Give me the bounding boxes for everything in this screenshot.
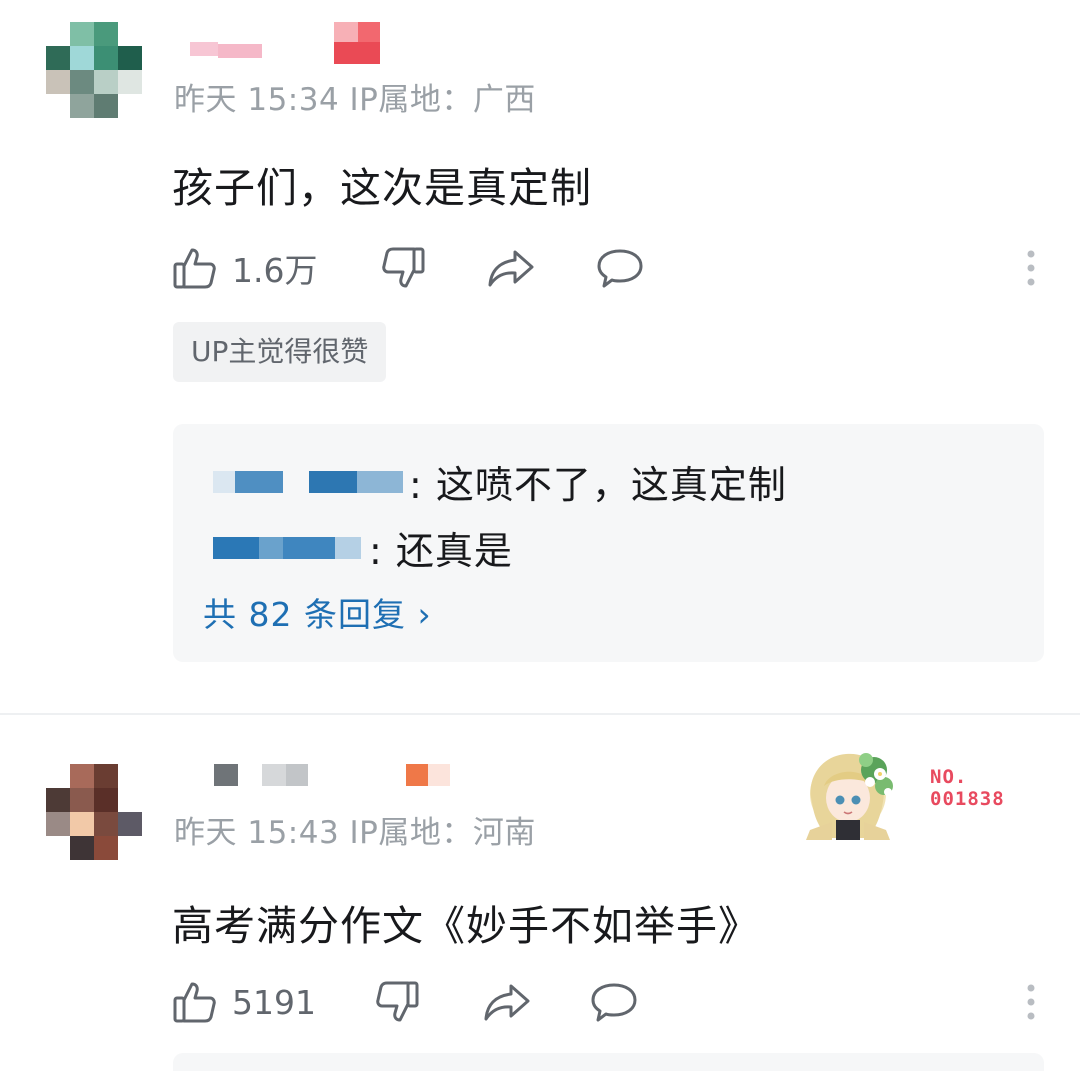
comment-text: 孩子们，这次是真定制 <box>172 164 592 212</box>
comment-item: 昨天 15:34 IP属地：广西 孩子们，这次是真定制 1.6万 UP主觉得很赞… <box>0 0 1080 712</box>
vertical-dots-icon <box>1027 984 1035 1020</box>
comment-divider <box>0 713 1080 715</box>
like-button[interactable]: 1.6万 <box>172 240 317 296</box>
reply-text: : 这喷不了，这真定制 <box>409 463 787 507</box>
comment-list: 昨天 15:34 IP属地：广西 孩子们，这次是真定制 1.6万 UP主觉得很赞… <box>0 0 1080 1071</box>
avatar[interactable] <box>46 22 142 118</box>
username-masked[interactable] <box>176 764 450 800</box>
more-options-button[interactable] <box>1026 240 1036 296</box>
share-button[interactable] <box>482 974 532 1030</box>
reply-text: : 还真是 <box>369 529 513 573</box>
view-all-replies-link[interactable]: 共 82 条回复 › <box>203 588 432 636</box>
reply-button[interactable] <box>590 974 638 1030</box>
reply-username-masked <box>213 470 409 493</box>
thumbs-up-icon <box>173 982 216 1023</box>
share-button[interactable] <box>486 240 536 296</box>
fan-badge-pendant[interactable] <box>796 746 906 842</box>
thumbs-down-icon <box>382 247 425 288</box>
reply-preview-box[interactable]: : 这喷不了，这真定制 : 还真是 共 82 条回复 › <box>173 424 1044 662</box>
reply-username-masked <box>213 536 369 559</box>
speech-bubble-icon <box>591 983 637 1022</box>
reply-preview-box <box>173 1053 1044 1071</box>
like-count: 1.6万 <box>232 251 318 290</box>
avatar[interactable] <box>46 764 142 860</box>
username-masked[interactable] <box>176 22 386 64</box>
dislike-button[interactable] <box>374 974 420 1030</box>
comment-text: 高考满分作文《妙手不如举手》 <box>172 902 760 950</box>
comment-meta: 昨天 15:43 IP属地：河南 <box>174 815 536 851</box>
more-options-button[interactable] <box>1026 974 1036 1030</box>
anime-girl-badge-icon <box>806 753 893 840</box>
share-arrow-icon <box>488 250 534 287</box>
comment-item: 昨天 15:43 IP属地：河南 NO. 001838 高考满分作文《妙手不如举… <box>0 722 1080 1071</box>
reply-button[interactable] <box>596 240 644 296</box>
vertical-dots-icon <box>1027 250 1035 286</box>
like-button[interactable]: 5191 <box>172 974 316 1030</box>
share-arrow-icon <box>484 984 530 1021</box>
like-count: 5191 <box>232 982 316 1022</box>
dislike-button[interactable] <box>380 240 426 296</box>
fan-number-badge: NO. 001838 <box>930 766 1005 810</box>
thumbs-down-icon <box>376 981 419 1022</box>
action-bar: 1.6万 <box>172 240 1040 296</box>
action-bar: 5191 <box>172 974 1040 1030</box>
sub-reply-item[interactable]: : 还真是 <box>213 520 513 574</box>
sub-reply-item[interactable]: : 这喷不了，这真定制 <box>213 454 787 508</box>
comment-meta: 昨天 15:34 IP属地：广西 <box>174 82 536 118</box>
up-liked-badge: UP主觉得很赞 <box>173 322 387 382</box>
speech-bubble-icon <box>597 249 643 288</box>
thumbs-up-icon <box>173 248 216 289</box>
